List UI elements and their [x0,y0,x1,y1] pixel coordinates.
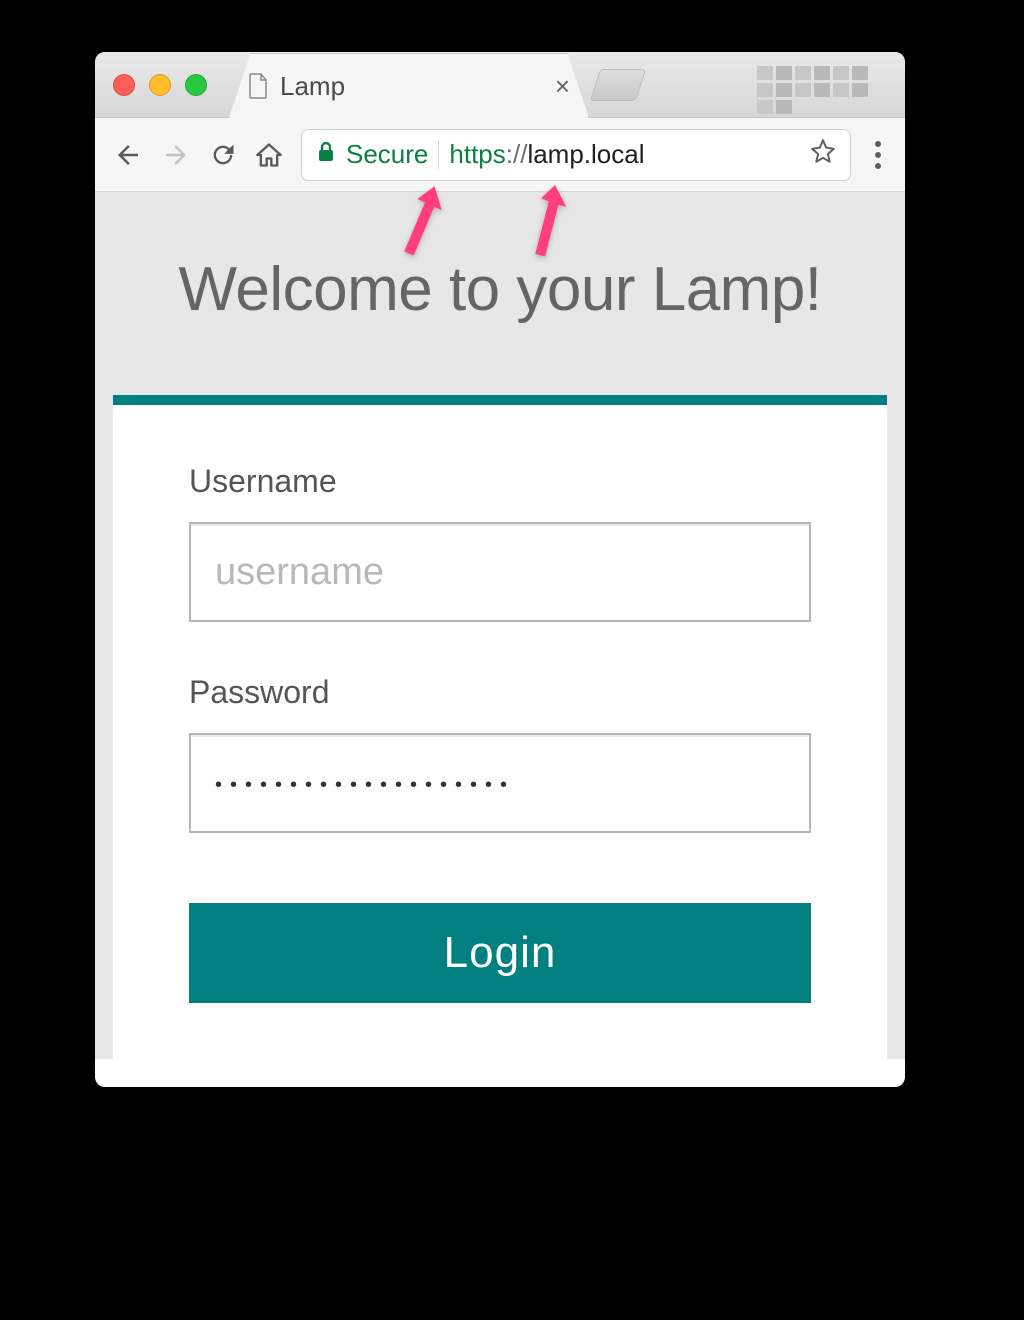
minimize-window-button[interactable] [149,74,171,96]
secure-label: Secure [346,139,428,170]
url-display: https://lamp.local [449,139,644,170]
address-bar[interactable]: Secure https://lamp.local [301,129,851,181]
password-input[interactable] [189,733,811,833]
lock-icon [316,139,336,170]
home-button[interactable] [255,141,283,169]
bookmark-star-icon[interactable] [810,138,836,171]
tab-title: Lamp [280,71,543,102]
browser-tab[interactable]: Lamp × [229,53,589,118]
redacted-area [757,66,885,100]
window-controls [113,74,207,96]
page-heading: Welcome to your Lamp! [95,192,905,395]
url-protocol: https [449,139,505,169]
url-host: lamp.local [527,139,644,169]
browser-window: Lamp × Secure https://lamp.lo [95,52,905,1087]
new-tab-button[interactable] [590,69,646,101]
username-label: Username [189,463,811,500]
browser-toolbar: Secure https://lamp.local [95,118,905,192]
file-icon [248,73,268,99]
close-window-button[interactable] [113,74,135,96]
username-input[interactable] [189,522,811,622]
page-content: Welcome to your Lamp! Username Password … [95,192,905,1059]
url-separator: :// [506,139,528,169]
addr-divider [438,140,439,170]
password-label: Password [189,674,811,711]
maximize-window-button[interactable] [185,74,207,96]
login-card: Username Password Login [113,395,887,1059]
back-button[interactable] [113,140,143,170]
tab-bar: Lamp × [95,52,905,118]
menu-kebab-icon[interactable] [869,141,887,169]
login-button[interactable]: Login [189,903,811,1003]
close-tab-icon[interactable]: × [555,71,570,102]
forward-button[interactable] [161,140,191,170]
reload-button[interactable] [209,141,237,169]
